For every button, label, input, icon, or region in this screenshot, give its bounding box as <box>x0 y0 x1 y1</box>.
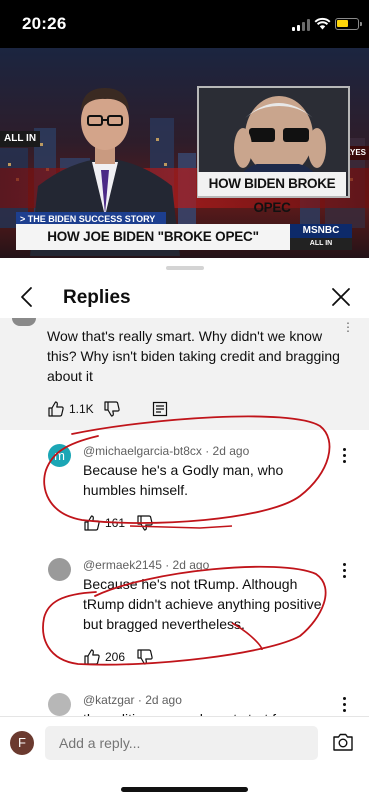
reply-item: m @michaelgarcia-bt8cx · 2d ago Because … <box>0 436 369 566</box>
cellular-signal-icon <box>292 19 310 31</box>
status-bar: 20:26 <box>0 0 369 48</box>
like-button[interactable]: 161 <box>83 514 125 532</box>
thumb-down-icon[interactable] <box>103 400 121 418</box>
thumb-up-icon <box>84 515 100 531</box>
chyron-headline: HOW JOE BIDEN "BROKE OPEC" <box>16 224 290 250</box>
avatar[interactable]: m <box>48 444 71 467</box>
more-vert-icon[interactable] <box>341 563 349 579</box>
more-vert-icon[interactable] <box>341 448 349 464</box>
reply-icon[interactable] <box>151 400 169 418</box>
network-logo: MSNBC <box>290 224 352 238</box>
like-count: 1.1K <box>69 402 94 416</box>
reply-text: Because he's a Godly man, who humbles hi… <box>83 462 284 498</box>
sheet-header: Replies <box>0 274 369 324</box>
show-logo: ALL IN <box>290 238 352 250</box>
thumb-down-icon[interactable] <box>136 514 154 532</box>
reply-input[interactable] <box>45 726 318 760</box>
close-icon[interactable] <box>326 282 356 312</box>
status-time: 20:26 <box>22 14 67 33</box>
avatar <box>12 318 36 326</box>
thumb-up-icon <box>48 401 64 417</box>
wifi-icon <box>314 17 331 30</box>
like-button[interactable]: 1.1K <box>47 400 94 418</box>
reply-handle[interactable]: @michaelgarcia-bt8cx · 2d ago <box>83 444 249 458</box>
thumb-down-icon[interactable] <box>136 648 154 666</box>
avatar[interactable] <box>48 558 71 581</box>
reply-handle[interactable]: @katzgar · 2d ago <box>83 693 182 707</box>
camera-icon[interactable] <box>332 732 354 752</box>
reply-text: Because he's not tRump. Although tRump d… <box>83 576 322 632</box>
reply-item: @ermaek2145 · 2d ago Because he's not tR… <box>0 555 369 685</box>
back-arrow-icon[interactable] <box>12 282 42 312</box>
avatar[interactable] <box>48 693 71 716</box>
drag-handle[interactable] <box>166 266 204 270</box>
user-avatar[interactable]: F <box>10 731 34 755</box>
battery-icon <box>335 18 359 30</box>
like-count: 161 <box>105 516 126 530</box>
video-player[interactable]: ALL IN HAYES HOW BIDEN BROKE OPEC > THE … <box>0 48 369 258</box>
parent-comment: ⋮ Wow that's really smart. Why didn't we… <box>0 318 369 430</box>
thumb-up-icon <box>84 649 100 665</box>
sheet-title: Replies <box>63 287 131 308</box>
parent-comment-text: Wow that's really smart. Why didn't we k… <box>47 328 340 384</box>
home-indicator[interactable] <box>121 787 248 792</box>
replies-sheet: Replies ⋮ Wow that's really smart. Why d… <box>0 258 369 800</box>
like-count: 206 <box>105 650 126 664</box>
reply-handle[interactable]: @ermaek2145 · 2d ago <box>83 558 209 572</box>
more-vert-icon[interactable] <box>341 697 349 713</box>
reply-composer: F <box>0 716 369 772</box>
like-button[interactable]: 206 <box>83 648 125 666</box>
inset-banner: HOW BIDEN BROKE OPEC <box>198 172 346 215</box>
